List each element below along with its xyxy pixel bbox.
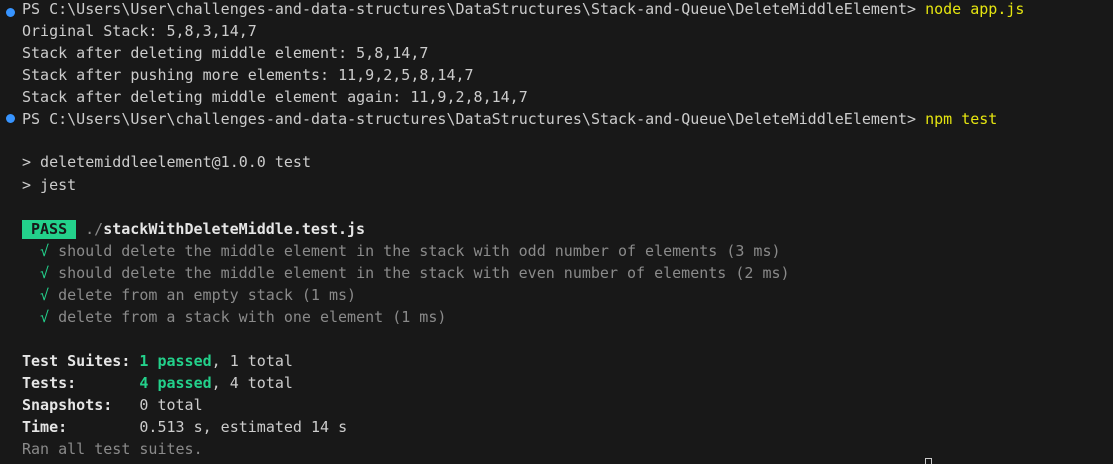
test-file-line: PASS ./stackWithDeleteMiddle.test.js	[22, 218, 365, 240]
test-result: √ should delete the middle element in th…	[40, 240, 781, 262]
command-status-dot[interactable]	[6, 114, 15, 123]
output-line: Original Stack: 5,8,3,14,7	[22, 22, 257, 40]
summary-total: , 1 total	[211, 352, 293, 370]
summary-tests: Tests: 4 passed, 4 total	[22, 372, 293, 394]
summary-time: Time: 0.513 s, estimated 14 s	[22, 416, 347, 438]
npm-script-line: > deletemiddleelement@1.0.0 test	[22, 153, 311, 171]
summary-label: Time:	[22, 418, 140, 436]
test-file-name: stackWithDeleteMiddle.test.js	[103, 220, 366, 238]
summary-value: 0.513 s, estimated 14 s	[139, 418, 348, 436]
prompt-path: PS C:\Users\User\challenges-and-data-str…	[22, 0, 917, 18]
output-line: Stack after deleting middle element agai…	[22, 88, 528, 106]
test-name: should delete the middle element in the …	[58, 242, 781, 260]
summary-passed: 1 passed	[139, 352, 212, 370]
prompt-line: PS C:\Users\User\challenges-and-data-str…	[22, 0, 1024, 20]
test-result: √ delete from a stack with one element (…	[40, 306, 446, 328]
summary-footer: Ran all test suites.	[22, 440, 203, 458]
summary-label: Tests:	[22, 374, 140, 392]
terminal-panel[interactable]: PS C:\Users\User\challenges-and-data-str…	[0, 0, 1113, 464]
output-line: Stack after pushing more elements: 11,9,…	[22, 66, 474, 84]
summary-test-suites: Test Suites: 1 passed, 1 total	[22, 350, 293, 372]
check-icon: √	[40, 286, 50, 304]
check-icon: √	[40, 308, 50, 326]
summary-passed: 4 passed	[139, 374, 212, 392]
test-result: √ delete from an empty stack (1 ms)	[40, 284, 356, 306]
test-name: delete from an empty stack (1 ms)	[58, 286, 357, 304]
check-icon: √	[40, 264, 50, 282]
check-icon: √	[40, 242, 50, 260]
pass-badge: PASS	[22, 220, 77, 239]
command-text: npm test	[925, 110, 998, 128]
command-status-dot[interactable]	[6, 8, 15, 17]
summary-snapshots: Snapshots: 0 total	[22, 394, 203, 416]
test-file-dir: ./	[85, 220, 104, 238]
test-name: should delete the middle element in the …	[58, 264, 790, 282]
npm-script-line: > jest	[22, 176, 77, 194]
output-line: Stack after deleting middle element: 5,8…	[22, 44, 429, 62]
summary-label: Snapshots:	[22, 396, 140, 414]
command-text: node app.js	[925, 0, 1025, 18]
test-name: delete from a stack with one element (1 …	[58, 308, 447, 326]
test-result: √ should delete the middle element in th…	[40, 262, 790, 284]
summary-label: Test Suites:	[22, 352, 140, 370]
prompt-line: PS C:\Users\User\challenges-and-data-str…	[22, 108, 997, 130]
summary-value: 0 total	[139, 396, 203, 414]
terminal-cursor	[925, 458, 932, 464]
prompt-path: PS C:\Users\User\challenges-and-data-str…	[22, 110, 917, 128]
summary-total: , 4 total	[211, 374, 293, 392]
